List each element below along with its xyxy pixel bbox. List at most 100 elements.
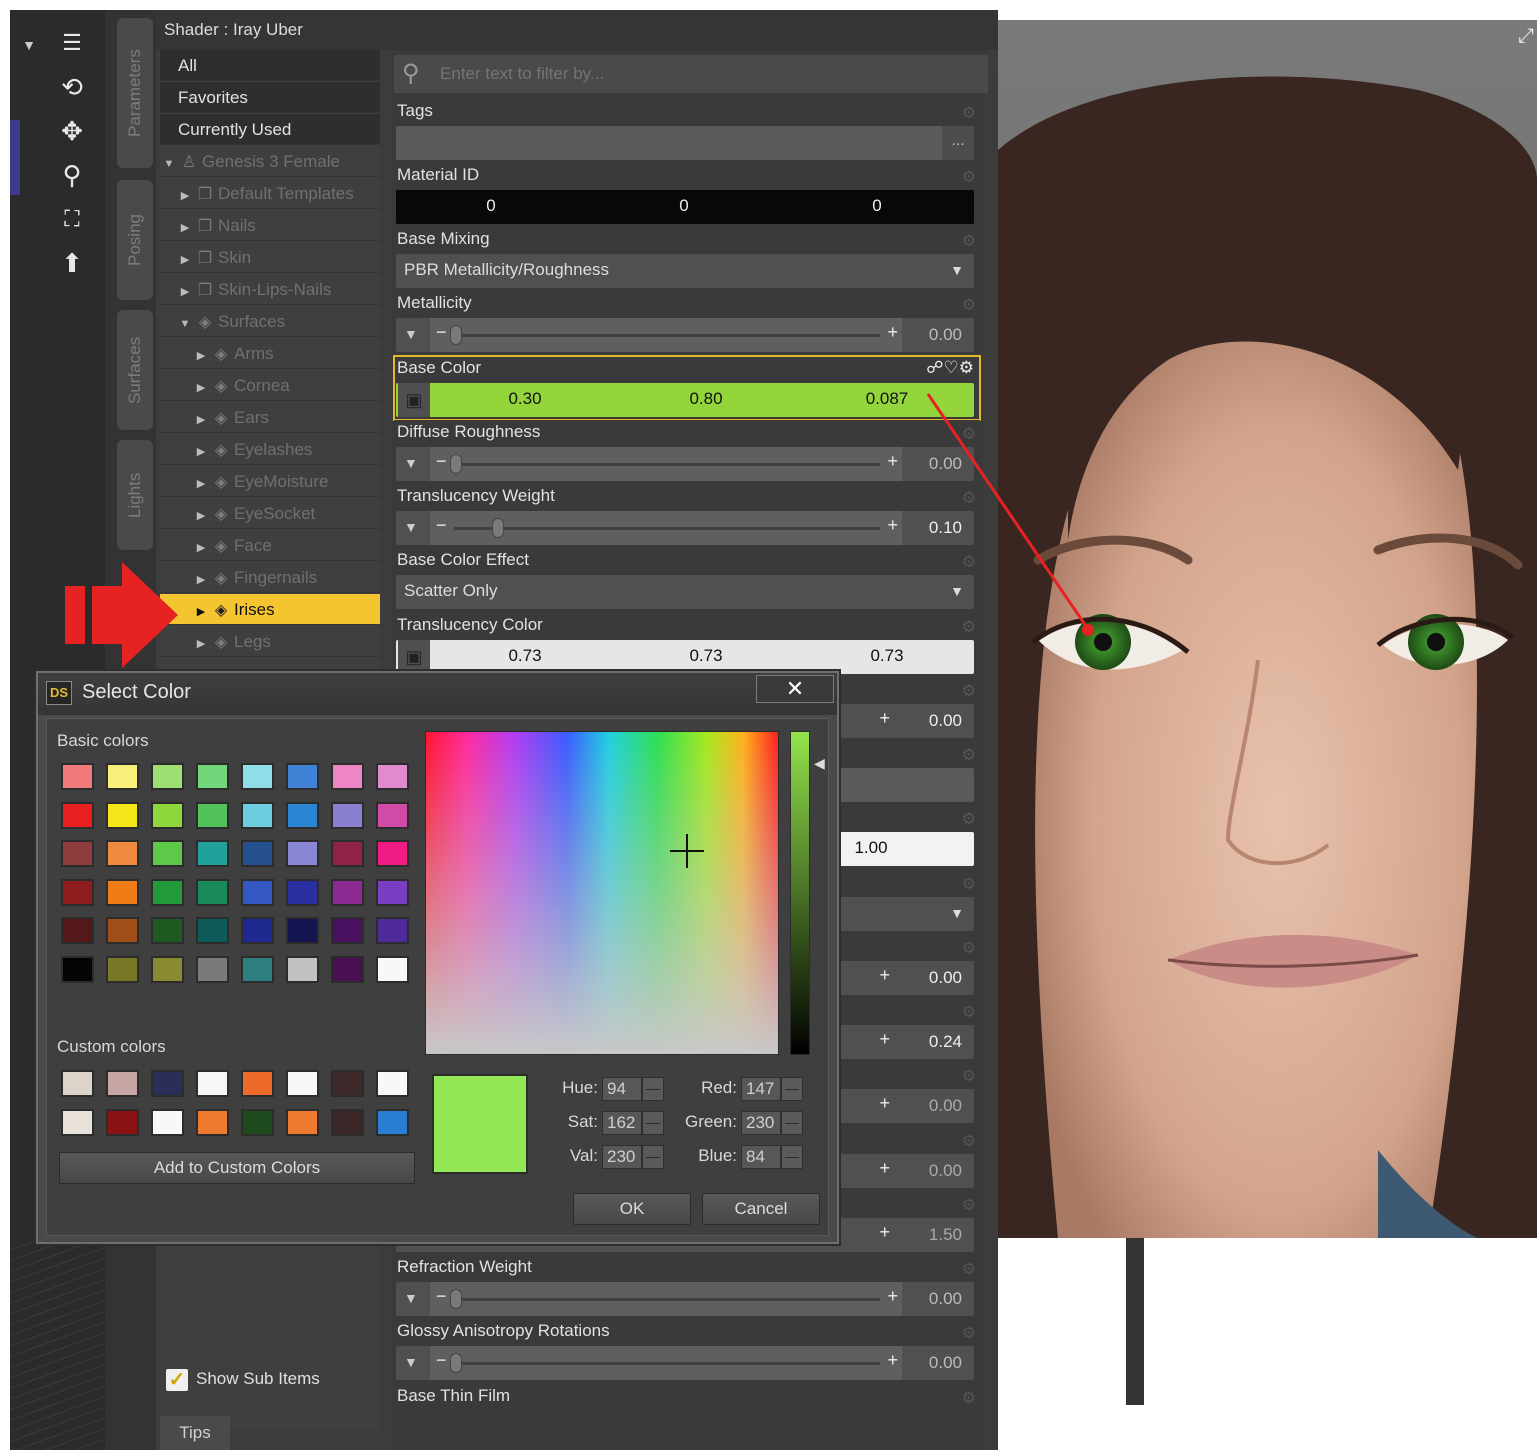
plus-icon[interactable]: + bbox=[887, 1350, 898, 1371]
frame-icon[interactable]: ⛶ bbox=[57, 204, 87, 234]
slider-value[interactable]: 0.00 bbox=[929, 1096, 962, 1116]
color-swatch[interactable] bbox=[241, 1070, 274, 1097]
minus-icon[interactable]: − bbox=[436, 451, 447, 472]
color-swatch[interactable] bbox=[196, 917, 229, 944]
chevron-down-icon[interactable]: ▼ bbox=[404, 1354, 418, 1370]
color-swatch[interactable] bbox=[61, 801, 94, 829]
show-sub-items-checkbox[interactable]: ✓ Show Sub Items bbox=[166, 1365, 320, 1393]
expand-right-icon[interactable]: ▶ bbox=[194, 629, 208, 660]
base-color-green[interactable]: 0.80 bbox=[611, 389, 801, 409]
link-icon[interactable]: ☍ bbox=[926, 358, 943, 377]
tree-item-group[interactable]: ▶ ❐ Skin-Lips-Nails bbox=[160, 274, 380, 305]
material-id-field[interactable]: 0 0 0 bbox=[396, 190, 974, 224]
translucency-color-field[interactable]: ▣ 0.73 0.73 0.73 bbox=[396, 640, 974, 674]
metallicity-slider[interactable]: ▼ − + 0.00 bbox=[396, 318, 974, 352]
slider-value[interactable]: 0.00 bbox=[929, 325, 962, 345]
color-swatch[interactable] bbox=[196, 801, 229, 829]
tree-item-surface[interactable]: ▶ ◈ EyeSocket bbox=[160, 498, 380, 529]
dropdown-arrow-icon[interactable]: ▼ bbox=[14, 32, 44, 58]
expand-right-icon[interactable]: ▶ bbox=[178, 181, 192, 212]
add-to-custom-colors-button[interactable]: Add to Custom Colors bbox=[59, 1152, 415, 1184]
base-color-field[interactable]: ▣ 0.30 0.80 0.087 bbox=[396, 383, 974, 417]
gear-icon[interactable]: ⚙ bbox=[962, 1002, 976, 1022]
tree-item-surface[interactable]: ▶ ◈ Fingernails bbox=[160, 562, 380, 593]
slider-value[interactable]: 0.00 bbox=[929, 1161, 962, 1181]
slider-value[interactable]: 0.00 bbox=[929, 1353, 962, 1373]
color-swatch[interactable] bbox=[376, 878, 409, 906]
minus-icon[interactable]: − bbox=[436, 515, 447, 536]
tab-tips[interactable]: Tips bbox=[160, 1416, 230, 1450]
base-color-blue[interactable]: 0.087 bbox=[792, 389, 982, 409]
color-swatch[interactable] bbox=[241, 840, 274, 867]
color-swatch[interactable] bbox=[331, 801, 364, 829]
gear-icon[interactable]: ⚙ bbox=[959, 358, 974, 377]
value-pointer-icon[interactable]: ◀ bbox=[814, 755, 825, 772]
color-swatch[interactable] bbox=[151, 1108, 184, 1136]
color-swatch[interactable] bbox=[61, 1108, 94, 1136]
translucency-red[interactable]: 0.73 bbox=[430, 646, 620, 666]
gear-icon[interactable]: ⚙ bbox=[962, 1131, 976, 1151]
color-swatch[interactable] bbox=[376, 1070, 409, 1097]
expand-right-icon[interactable]: ▶ bbox=[194, 501, 208, 532]
slider-track[interactable]: − + bbox=[430, 447, 902, 481]
tree-item-group[interactable]: ▶ ❐ Default Templates bbox=[160, 178, 380, 209]
plus-icon[interactable]: + bbox=[887, 322, 898, 343]
gear-icon[interactable]: ⚙ bbox=[962, 938, 976, 958]
orbit-icon[interactable]: ⟲ bbox=[57, 72, 87, 102]
expand-down-icon[interactable]: ▼ bbox=[162, 149, 176, 180]
expand-right-icon[interactable]: ▶ bbox=[178, 245, 192, 276]
texture-map-icon[interactable]: ▣ bbox=[398, 640, 430, 674]
chevron-down-icon[interactable]: ▼ bbox=[404, 1290, 418, 1306]
slider-track[interactable]: − + bbox=[430, 1346, 902, 1380]
expand-right-icon[interactable]: ▶ bbox=[178, 277, 192, 308]
color-swatch[interactable] bbox=[331, 840, 364, 867]
color-swatch[interactable] bbox=[331, 917, 364, 944]
gear-icon[interactable]: ⚙ bbox=[962, 103, 976, 123]
tab-posing[interactable]: Posing bbox=[117, 180, 153, 300]
gear-icon[interactable]: ⚙ bbox=[962, 295, 976, 315]
material-id-value[interactable]: 0 bbox=[396, 196, 586, 216]
expand-right-icon[interactable]: ▶ bbox=[194, 469, 208, 500]
color-swatch[interactable] bbox=[286, 763, 319, 790]
color-swatch[interactable] bbox=[331, 1070, 364, 1097]
red-input[interactable]: 147 bbox=[741, 1076, 781, 1101]
plus-icon[interactable]: + bbox=[879, 1158, 890, 1179]
base-color-red[interactable]: 0.30 bbox=[430, 389, 620, 409]
texture-map-icon[interactable]: ▣ bbox=[398, 383, 430, 417]
color-swatch[interactable] bbox=[376, 955, 409, 983]
minus-icon[interactable]: − bbox=[436, 1350, 447, 1371]
color-swatch[interactable] bbox=[61, 955, 94, 983]
diffuse-roughness-slider[interactable]: ▼ − + 0.00 bbox=[396, 447, 974, 481]
chevron-down-icon[interactable]: ▼ bbox=[404, 519, 418, 535]
plus-icon[interactable]: + bbox=[887, 515, 898, 536]
color-swatch[interactable] bbox=[61, 1070, 94, 1097]
plus-icon[interactable]: + bbox=[887, 1286, 898, 1307]
sat-input[interactable]: 162 bbox=[602, 1110, 642, 1135]
expand-right-icon[interactable]: ▶ bbox=[194, 405, 208, 436]
slider-track[interactable]: − + bbox=[430, 318, 902, 352]
tree-item-surface[interactable]: ▶ ◈ Face bbox=[160, 530, 380, 561]
color-swatch[interactable] bbox=[241, 955, 274, 983]
base-color-effect-dropdown[interactable]: Scatter Only ▼ bbox=[396, 575, 974, 609]
tree-item-surface[interactable]: ▶ ◈ Ears bbox=[160, 402, 380, 433]
slider-value[interactable]: 0.00 bbox=[929, 454, 962, 474]
hue-spinner[interactable] bbox=[642, 1076, 664, 1101]
color-swatch[interactable] bbox=[106, 955, 139, 983]
expand-right-icon[interactable]: ▶ bbox=[194, 533, 208, 564]
plus-icon[interactable]: + bbox=[879, 1222, 890, 1243]
color-swatch[interactable] bbox=[106, 1070, 139, 1097]
slider-track[interactable]: − + bbox=[430, 511, 902, 545]
gear-icon[interactable]: ⚙ bbox=[962, 1259, 976, 1279]
color-swatch[interactable] bbox=[106, 840, 139, 867]
sat-spinner[interactable] bbox=[642, 1110, 664, 1135]
gear-icon[interactable]: ⚙ bbox=[962, 424, 976, 444]
color-swatch[interactable] bbox=[331, 878, 364, 906]
color-swatch[interactable] bbox=[151, 917, 184, 944]
list-icon[interactable]: ☰ bbox=[57, 28, 87, 58]
slider-value[interactable]: 0.00 bbox=[929, 1289, 962, 1309]
refraction-weight-slider[interactable]: ▼ − + 0.00 bbox=[396, 1282, 974, 1316]
green-input[interactable]: 230 bbox=[741, 1110, 781, 1135]
tree-item-figure[interactable]: ▼ ♙ Genesis 3 Female bbox=[160, 146, 380, 177]
gear-icon[interactable]: ⚙ bbox=[962, 874, 976, 894]
color-swatch[interactable] bbox=[376, 763, 409, 790]
